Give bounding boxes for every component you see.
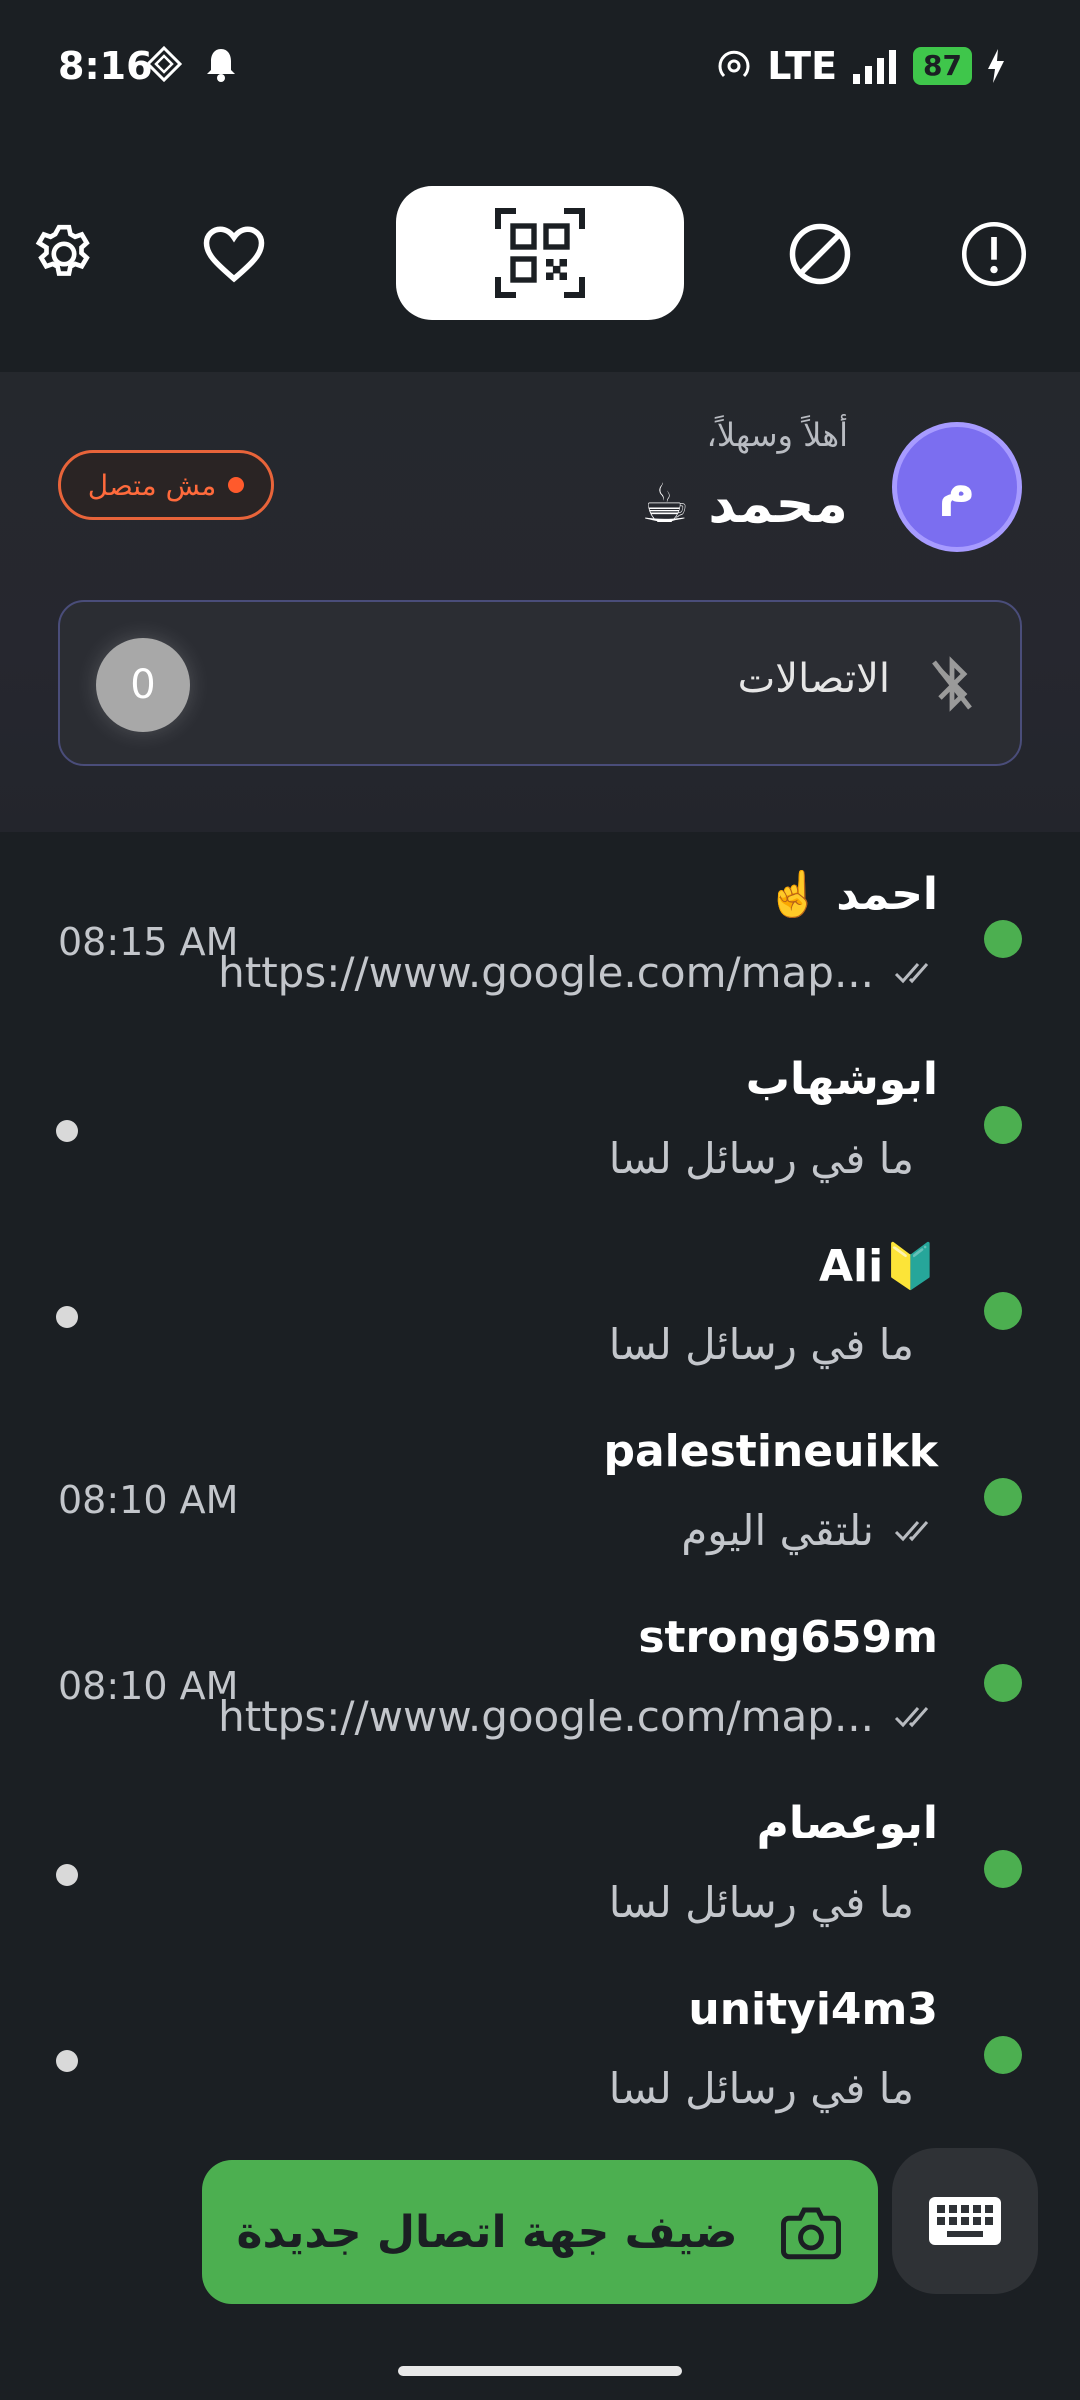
chat-preview: ما في رسائل لسا: [609, 1320, 914, 1369]
online-status-dot: [984, 2036, 1022, 2074]
greeting-text: أهلاً وسهلاً،: [706, 416, 848, 454]
chat-preview-text: https://www.google.com/map...: [218, 1692, 874, 1741]
chat-preview: https://www.google.com/map...: [218, 948, 938, 997]
gear-icon: [35, 224, 90, 276]
heart-icon: [203, 226, 265, 283]
chat-preview-text: ما في رسائل لسا: [608, 1134, 914, 1183]
keyboard-icon: [929, 2197, 1001, 2245]
status-notification-icons: [146, 46, 238, 82]
unread-indicator: [56, 1306, 78, 1328]
online-status-dot: [984, 1292, 1022, 1330]
chat-row[interactable]: ابوعصام ما في رسائل لسا: [0, 1788, 1080, 1974]
qr-code-button[interactable]: [396, 186, 684, 320]
chat-preview-text: ما في رسائل لسا: [608, 1320, 914, 1369]
keyboard-button[interactable]: [892, 2148, 1038, 2294]
status-time: 8:16: [58, 44, 153, 88]
online-status-dot: [984, 1478, 1022, 1516]
bluetooth-off-icon: [932, 656, 972, 712]
add-contact-label: ضيف جهة اتصال جديدة: [236, 2206, 738, 2258]
hotspot-icon: [718, 50, 750, 78]
chat-time: 08:10 AM: [58, 1664, 239, 1708]
user-name: محمد ☕: [641, 472, 848, 535]
connection-status-badge[interactable]: مش متصل: [58, 450, 274, 520]
chat-name: unityi4m3: [688, 1984, 938, 2035]
chat-preview: ما في رسائل لسا: [609, 2064, 914, 2113]
chat-preview-text: ما في رسائل لسا: [608, 2064, 914, 2113]
chat-row[interactable]: palestineuikk نلتقي اليوم 08:10 AM: [0, 1416, 1080, 1602]
signal-icon: [853, 50, 897, 84]
chat-preview: نلتقي اليوم: [681, 1506, 938, 1555]
charging-icon: [988, 49, 1004, 83]
unread-indicator: [56, 2050, 78, 2072]
battery-level: 87: [913, 47, 972, 85]
qr-code-icon: [495, 208, 585, 298]
chat-row[interactable]: ابوشهاب ما في رسائل لسا: [0, 1044, 1080, 1230]
home-indicator[interactable]: [398, 2366, 682, 2376]
chat-preview: https://www.google.com/map...: [218, 1692, 938, 1741]
unread-indicator: [56, 1120, 78, 1142]
favorites-button[interactable]: [196, 216, 272, 292]
chat-preview: ما في رسائل لسا: [609, 1134, 914, 1183]
chat-row[interactable]: Ali🔰 ما في رسائل لسا: [0, 1230, 1080, 1416]
double-check-icon: [894, 962, 929, 983]
online-status-dot: [984, 1106, 1022, 1144]
chat-preview-text: https://www.google.com/map...: [218, 948, 874, 997]
info-button[interactable]: [956, 216, 1032, 292]
double-check-icon: [894, 1520, 929, 1541]
chat-name: ابوشهاب: [745, 1054, 938, 1105]
settings-button[interactable]: [26, 216, 102, 292]
chat-list: احمد ☝️ https://www.google.com/map... 08…: [0, 858, 1080, 2160]
connection-status-label: مش متصل: [87, 468, 217, 502]
chat-preview: ما في رسائل لسا: [609, 1878, 914, 1927]
online-status-dot: [984, 1850, 1022, 1888]
chat-preview-text: ما في رسائل لسا: [608, 1878, 914, 1927]
chat-name: ابوعصام: [756, 1798, 938, 1849]
app-notification-icon: [146, 46, 182, 82]
chat-row[interactable]: unityi4m3 ما في رسائل لسا: [0, 1974, 1080, 2160]
connections-count: 0: [96, 638, 190, 732]
connections-label: الاتصالات: [737, 656, 890, 702]
status-right-icons: LTE 87: [715, 44, 1006, 88]
alert-icon: [961, 221, 1027, 287]
block-icon: [789, 223, 851, 285]
camera-icon: [780, 2207, 841, 2260]
unread-indicator: [56, 1864, 78, 1886]
avatar[interactable]: م: [892, 422, 1022, 552]
block-button[interactable]: [782, 216, 858, 292]
chat-row[interactable]: strong659m https://www.google.com/map...…: [0, 1602, 1080, 1788]
chat-time: 08:10 AM: [58, 1478, 239, 1522]
online-status-dot: [984, 1664, 1022, 1702]
chat-preview-text: نلتقي اليوم: [681, 1506, 874, 1555]
double-check-icon: [894, 1706, 929, 1727]
network-type: LTE: [767, 44, 838, 88]
chat-name: Ali🔰: [818, 1241, 938, 1292]
chat-name: احمد ☝️: [766, 869, 938, 920]
bell-icon: [207, 49, 235, 82]
add-contact-button[interactable]: ضيف جهة اتصال جديدة: [202, 2160, 878, 2304]
online-status-dot: [984, 920, 1022, 958]
status-bar: 8:16 LTE 87: [0, 0, 1080, 135]
status-dot: [228, 477, 245, 493]
connections-panel[interactable]: 0 الاتصالات: [58, 600, 1022, 766]
chat-time: 08:15 AM: [58, 920, 239, 964]
profile-card: مش متصل أهلاً وسهلاً، محمد ☕ م 0 الاتصال…: [0, 372, 1080, 832]
top-toolbar: [0, 186, 1080, 322]
chat-name: strong659m: [638, 1612, 938, 1663]
chat-row[interactable]: احمد ☝️ https://www.google.com/map... 08…: [0, 858, 1080, 1044]
chat-name: palestineuikk: [603, 1426, 938, 1477]
